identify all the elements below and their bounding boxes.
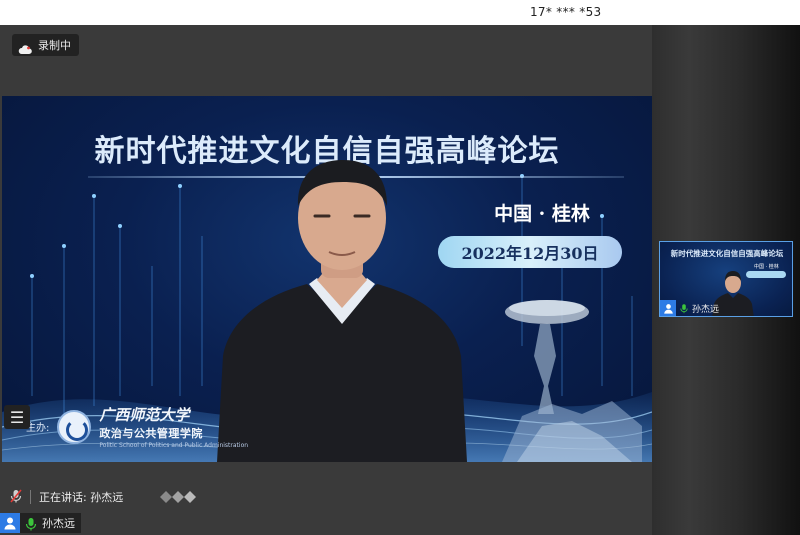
- loading-diamonds-icon: [160, 491, 196, 503]
- stone-sculpture-graphic: [502, 300, 642, 462]
- thumbnail-name: 孙杰远: [692, 304, 720, 315]
- host-name-line1: 广西师范大学: [99, 406, 190, 424]
- forum-location: 中国 · 桂林: [494, 203, 590, 225]
- recording-label: 录制中: [38, 39, 71, 52]
- speaking-label: 正在讲话: 孙杰远: [39, 491, 124, 504]
- divider: [30, 490, 31, 504]
- mic-muted-icon[interactable]: [10, 488, 22, 507]
- recording-badge[interactable]: 录制中: [12, 34, 79, 56]
- top-bar: 17* *** *53: [0, 0, 800, 25]
- meeting-id: 17* *** *53: [530, 5, 602, 19]
- host-name-line3: Politic School of Politics and Public Ad…: [99, 442, 249, 449]
- self-participant-name: 孙杰远: [42, 517, 75, 530]
- thumbnail-user-icon: [660, 300, 676, 316]
- self-participant-tag[interactable]: 孙杰远: [0, 513, 81, 533]
- thumbnail-location: 中国 · 桂林: [754, 264, 779, 270]
- participant-thumbnail[interactable]: 新时代推进文化自信自强高峰论坛 中国 · 桂林 孙杰远: [659, 241, 793, 317]
- cloud-icon: [18, 40, 32, 54]
- menu-button[interactable]: ☰: [4, 405, 30, 429]
- host-name: 广西师范大学 政治与公共管理学院 Politic School of Polit…: [99, 404, 248, 449]
- mic-active-icon[interactable]: [24, 516, 38, 531]
- speaking-indicator: 正在讲话: 孙杰远: [10, 487, 123, 507]
- shared-video[interactable]: 新时代推进文化自信自强高峰论坛 中国 · 桂林 2022年12月30日 主办: …: [2, 96, 652, 462]
- speaker-video-feed: [217, 160, 467, 462]
- menu-icon: ☰: [9, 407, 25, 427]
- thumbnail-mic-icon[interactable]: [679, 299, 689, 317]
- university-emblem-icon: [57, 409, 92, 444]
- user-icon: [0, 513, 20, 533]
- host-name-line2: 政治与公共管理学院: [99, 427, 203, 440]
- thumbnail-tag: 孙杰远: [660, 300, 719, 316]
- host-logo: 主办: 广西师范大学 政治与公共管理学院 Politic School of P…: [26, 404, 248, 449]
- thumbnail-title: 新时代推进文化自信自强高峰论坛: [670, 249, 784, 258]
